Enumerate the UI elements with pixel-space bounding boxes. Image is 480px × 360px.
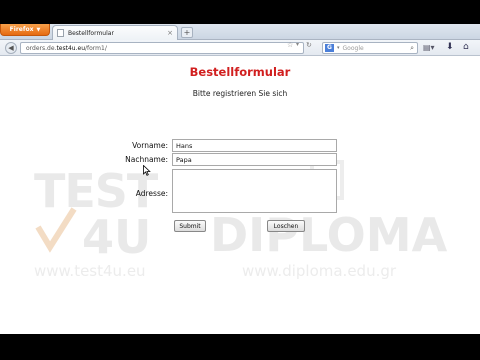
tab-bestellformular[interactable]: Bestellformular × [52, 25, 178, 40]
bookmarks-icon[interactable]: ▤▾ [423, 43, 437, 53]
navigation-toolbar: ◀ orders.de.test4u.eu/form1/ ☆ ▾ ↻ G ▾ G… [0, 40, 480, 56]
new-tab-button[interactable]: + [181, 27, 193, 38]
star-icon[interactable]: ☆ [287, 41, 293, 49]
page-title: Bestellformular [189, 65, 291, 79]
search-bar[interactable]: G ▾ Google ⌕ [322, 42, 418, 54]
url-host: test4u.eu [56, 44, 85, 52]
firefox-menu-button[interactable]: Firefox ▼ [0, 24, 50, 36]
url-text: orders.de.test4u.eu/form1/ [26, 45, 107, 52]
reload-icon[interactable]: ↻ [306, 41, 312, 49]
close-icon[interactable]: × [167, 29, 173, 37]
vorname-label: Vorname: [132, 141, 168, 150]
watermark-test4u-url: www.test4u.eu [34, 262, 146, 280]
back-button[interactable]: ◀ [5, 42, 17, 54]
watermark-4u-text: 4U [82, 210, 151, 264]
watermark-check-icon [35, 207, 77, 253]
search-icon[interactable]: ⌕ [410, 44, 414, 53]
history-dropdown-icon[interactable]: ▾ [296, 41, 299, 48]
watermark-diploma-text: DIPLOMA [210, 208, 448, 262]
firefox-menu-label: Firefox [9, 26, 34, 33]
page-icon [57, 29, 64, 37]
download-icon[interactable]: ⬇ [446, 42, 454, 52]
home-icon[interactable]: ⌂ [463, 42, 469, 52]
adresse-label: Adresse: [135, 189, 168, 198]
search-input[interactable]: Google [343, 45, 364, 52]
tab-bar: Firefox ▼ Bestellformular × + [0, 24, 480, 40]
url-prefix: orders.de. [26, 44, 57, 52]
vorname-field[interactable] [172, 139, 337, 152]
mouse-cursor-icon [143, 165, 151, 176]
nachname-label: Nachname: [125, 155, 168, 164]
chevron-down-icon: ▼ [36, 26, 41, 33]
browser-window: Firefox ▼ Bestellformular × + ◀ orders.d… [0, 24, 480, 334]
url-path: /form1/ [85, 44, 107, 52]
adresse-field[interactable] [172, 169, 337, 213]
google-icon[interactable]: G [325, 44, 334, 52]
tab-title: Bestellformular [68, 29, 114, 37]
chevron-down-icon[interactable]: ▾ [337, 45, 340, 51]
watermark-diploma-url: www.diploma.edu.gr [242, 262, 397, 280]
loschen-button[interactable]: Loschen [267, 220, 305, 232]
url-bar[interactable]: orders.de.test4u.eu/form1/ [20, 42, 304, 54]
nachname-field[interactable] [172, 153, 337, 166]
submit-button[interactable]: Submit [174, 220, 206, 232]
page-subtitle: Bitte registrieren Sie sich [192, 89, 288, 98]
page-content: TEST 4U DIPLOMA www.test4u.eu www.diplom… [0, 57, 480, 334]
